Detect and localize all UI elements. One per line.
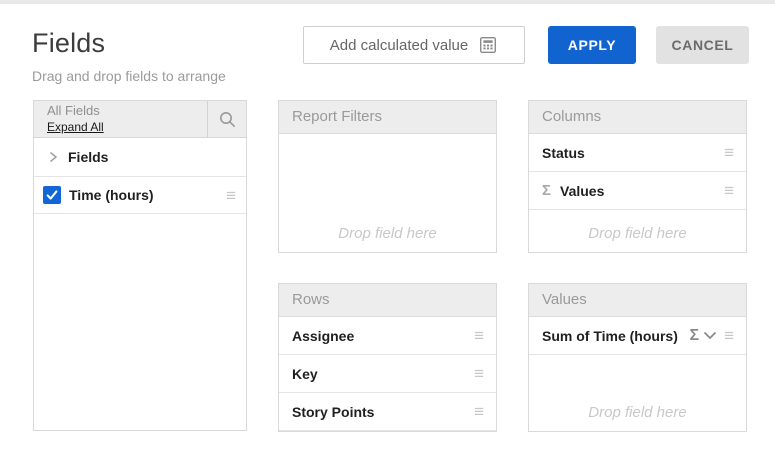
cancel-button[interactable]: CANCEL bbox=[656, 26, 749, 64]
fields-tree-group[interactable]: Fields bbox=[34, 138, 246, 177]
columns-title: Columns bbox=[529, 101, 746, 134]
calculator-icon bbox=[478, 35, 498, 55]
chevron-down-icon[interactable] bbox=[703, 331, 717, 340]
drag-handle-icon[interactable]: ≡ bbox=[474, 403, 484, 420]
columns-zone[interactable]: Columns Status ≡ Σ Values ≡ Drop field h… bbox=[528, 100, 747, 253]
drag-handle-icon[interactable]: ≡ bbox=[474, 327, 484, 344]
drag-handle-icon[interactable]: ≡ bbox=[474, 365, 484, 382]
drop-placeholder: Drop field here bbox=[279, 225, 496, 242]
zone-item-story-points[interactable]: Story Points ≡ bbox=[279, 393, 496, 431]
zone-item-status[interactable]: Status ≡ bbox=[529, 134, 746, 172]
report-filters-title: Report Filters bbox=[279, 101, 496, 134]
sigma-icon[interactable]: Σ bbox=[689, 327, 699, 345]
expand-all-link[interactable]: Expand All bbox=[47, 119, 207, 135]
zone-item-sum-of-time-hours[interactable]: Sum of Time (hours) Σ ≡ bbox=[529, 317, 746, 355]
all-fields-title: All Fields bbox=[47, 103, 207, 119]
zone-item-label: Story Points bbox=[292, 404, 374, 420]
report-filters-zone[interactable]: Report Filters Drop field here bbox=[278, 100, 497, 253]
top-divider bbox=[0, 0, 775, 4]
zone-item-label: Values bbox=[560, 183, 604, 199]
zone-item-assignee[interactable]: Assignee ≡ bbox=[279, 317, 496, 355]
rows-zone[interactable]: Rows Assignee ≡ Key ≡ Story Points ≡ bbox=[278, 283, 497, 432]
fields-editor: Fields Drag and drop fields to arrange A… bbox=[0, 0, 775, 461]
zone-item-label: Key bbox=[292, 366, 318, 382]
drag-handle-icon[interactable]: ≡ bbox=[724, 182, 734, 199]
search-icon bbox=[218, 110, 237, 129]
drag-handle-icon[interactable]: ≡ bbox=[226, 187, 236, 204]
drop-placeholder: Drop field here bbox=[529, 404, 746, 421]
drag-handle-icon[interactable]: ≡ bbox=[724, 327, 734, 344]
tree-group-label: Fields bbox=[68, 149, 108, 165]
zone-item-values[interactable]: Σ Values ≡ bbox=[529, 172, 746, 210]
zone-item-label: Status bbox=[542, 145, 585, 161]
zone-item-label: Sum of Time (hours) bbox=[542, 328, 678, 344]
rows-title: Rows bbox=[279, 284, 496, 317]
page-subtitle: Drag and drop fields to arrange bbox=[32, 68, 226, 84]
field-item-time-hours[interactable]: Time (hours) ≡ bbox=[34, 177, 246, 214]
field-item-label: Time (hours) bbox=[69, 187, 154, 203]
chevron-right-icon bbox=[47, 150, 59, 164]
values-title: Values bbox=[529, 284, 746, 317]
page-title: Fields bbox=[32, 28, 105, 59]
all-fields-header: All Fields Expand All bbox=[34, 101, 246, 138]
zone-item-key[interactable]: Key ≡ bbox=[279, 355, 496, 393]
apply-button[interactable]: APPLY bbox=[548, 26, 636, 64]
sigma-icon: Σ bbox=[542, 182, 551, 199]
drop-placeholder: Drop field here bbox=[529, 225, 746, 242]
add-calculated-value-label: Add calculated value bbox=[330, 37, 468, 54]
search-button[interactable] bbox=[207, 101, 246, 137]
add-calculated-value-button[interactable]: Add calculated value bbox=[303, 26, 525, 64]
all-fields-panel: All Fields Expand All Fields bbox=[33, 100, 247, 431]
drag-handle-icon[interactable]: ≡ bbox=[724, 144, 734, 161]
checkbox-checked[interactable] bbox=[43, 186, 61, 204]
values-zone[interactable]: Values Sum of Time (hours) Σ ≡ Drop fiel… bbox=[528, 283, 747, 432]
zone-item-label: Assignee bbox=[292, 328, 354, 344]
